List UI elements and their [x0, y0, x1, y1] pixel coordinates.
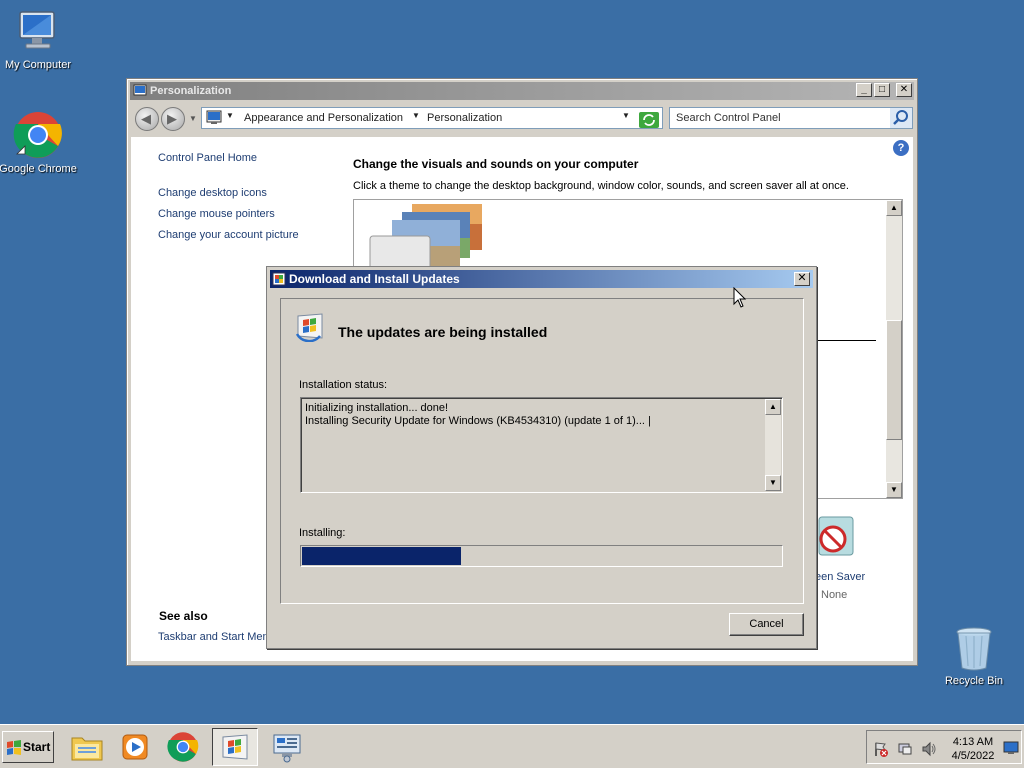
- screen-saver-icon[interactable]: [815, 515, 857, 561]
- main-heading: Change the visuals and sounds on your co…: [353, 157, 639, 171]
- window-title: Personalization: [150, 85, 232, 97]
- breadcrumb-separator-icon[interactable]: ▼: [226, 111, 234, 120]
- my-computer-icon: [19, 11, 55, 49]
- breadcrumb-appearance[interactable]: Appearance and Personalization: [244, 112, 403, 124]
- log-line: Installing Security Update for Windows (…: [305, 415, 651, 427]
- refresh-icon[interactable]: [638, 111, 660, 129]
- scroll-up-icon[interactable]: ▲: [886, 200, 902, 216]
- desktop-icon-recycle-bin[interactable]: Recycle Bin: [932, 624, 1016, 687]
- search-button[interactable]: [890, 108, 912, 128]
- log-line: Initializing installation... done!: [305, 402, 449, 414]
- dialog-close-button[interactable]: ✕: [794, 272, 810, 286]
- change-mouse-pointers-link[interactable]: Change mouse pointers: [158, 208, 275, 220]
- theme-thumbnail-icon[interactable]: [368, 202, 492, 272]
- windows-logo-icon: [7, 740, 21, 755]
- forward-button[interactable]: ▶: [161, 107, 185, 131]
- taskbar-network-monitor[interactable]: [264, 728, 310, 766]
- taskbar: Start 4:13 AM 4/5/2022: [0, 724, 1024, 768]
- explorer-icon: [71, 737, 103, 761]
- screen-saver-label[interactable]: een Saver: [815, 571, 865, 583]
- themes-scrollbar[interactable]: ▲ ▼: [886, 200, 902, 498]
- scroll-thumb[interactable]: [886, 320, 902, 440]
- taskbar-explorer[interactable]: [64, 728, 110, 766]
- change-account-picture-link[interactable]: Change your account picture: [158, 229, 299, 241]
- windows-update-icon: [222, 734, 248, 760]
- taskbar-media-player[interactable]: [112, 728, 158, 766]
- cancel-button[interactable]: Cancel: [729, 613, 804, 636]
- progress-fill: [302, 547, 461, 565]
- show-desktop-icon[interactable]: [1003, 741, 1019, 755]
- address-bar[interactable]: ▼ Appearance and Personalization ▼ Perso…: [201, 107, 663, 129]
- install-updates-dialog: Download and Install Updates ✕ The updat…: [266, 266, 817, 649]
- scroll-down-icon[interactable]: ▼: [886, 482, 902, 498]
- address-dropdown-icon[interactable]: ▼: [622, 111, 630, 120]
- change-desktop-icons-link[interactable]: Change desktop icons: [158, 187, 267, 199]
- desktop-icon-label: Google Chrome: [0, 163, 77, 175]
- mouse-cursor-icon: [733, 287, 747, 308]
- taskbar-windows-update[interactable]: [212, 728, 258, 766]
- action-center-flag-icon[interactable]: [873, 741, 889, 757]
- installing-label: Installing:: [299, 527, 346, 539]
- recent-pages-icon[interactable]: ▼: [189, 114, 197, 123]
- media-player-icon: [122, 734, 148, 760]
- volume-icon[interactable]: [921, 741, 937, 757]
- control-panel-icon: [206, 110, 222, 124]
- dialog-title: Download and Install Updates: [289, 272, 460, 286]
- breadcrumb-personalization[interactable]: Personalization: [427, 112, 502, 124]
- main-description: Click a theme to change the desktop back…: [353, 180, 849, 192]
- clock-date: 4/5/2022: [951, 750, 995, 762]
- control-panel-icon: [133, 84, 147, 96]
- dialog-panel: The updates are being installed Installa…: [280, 298, 804, 604]
- recycle-bin-icon: [956, 627, 992, 671]
- system-tray: 4:13 AM 4/5/2022: [866, 730, 1022, 764]
- start-button[interactable]: Start: [2, 731, 54, 763]
- navigation-bar: ◀ ▶ ▼ ▼ Appearance and Personalization ▼…: [131, 104, 913, 132]
- installation-log[interactable]: Initializing installation... done! Insta…: [300, 397, 783, 493]
- clock-time: 4:13 AM: [952, 736, 994, 748]
- help-icon[interactable]: ?: [893, 140, 909, 156]
- search-box[interactable]: [669, 107, 913, 129]
- chrome-icon: [167, 732, 199, 762]
- see-also-heading: See also: [159, 609, 208, 623]
- taskbar-chrome[interactable]: [160, 728, 206, 766]
- dialog-heading: The updates are being installed: [338, 324, 548, 340]
- desktop-icon-my-computer[interactable]: My Computer: [0, 8, 80, 71]
- search-input[interactable]: [670, 108, 880, 128]
- breadcrumb-separator-icon[interactable]: ▼: [412, 111, 420, 120]
- log-scrollbar[interactable]: ▲ ▼: [765, 399, 781, 491]
- network-monitor-icon: [273, 734, 301, 763]
- maximize-button[interactable]: □: [874, 83, 890, 97]
- scroll-down-icon[interactable]: ▼: [765, 475, 781, 491]
- chrome-icon: [13, 112, 62, 158]
- installation-status-label: Installation status:: [299, 379, 388, 391]
- taskbar-start-menu-link[interactable]: Taskbar and Start Men: [158, 631, 269, 643]
- window-titlebar[interactable]: Personalization _ □ ✕: [130, 82, 914, 100]
- clock[interactable]: 4:13 AM 4/5/2022: [947, 735, 999, 763]
- desktop-icon-label: Recycle Bin: [944, 675, 1004, 687]
- close-button[interactable]: ✕: [896, 83, 912, 97]
- search-icon: [893, 110, 908, 125]
- back-button[interactable]: ◀: [135, 107, 159, 131]
- dialog-titlebar[interactable]: Download and Install Updates ✕: [270, 270, 813, 288]
- windows-update-icon: [272, 272, 286, 286]
- install-progress-bar: [300, 545, 783, 567]
- scroll-up-icon[interactable]: ▲: [765, 399, 781, 415]
- desktop-icon-label: My Computer: [4, 59, 72, 71]
- network-icon[interactable]: [897, 741, 913, 757]
- windows-update-icon: [295, 313, 323, 342]
- start-label: Start: [23, 740, 51, 754]
- control-panel-home-link[interactable]: Control Panel Home: [158, 152, 257, 164]
- screen-saver-value: None: [821, 589, 848, 601]
- desktop-icon-google-chrome[interactable]: Google Chrome: [0, 110, 80, 175]
- minimize-button[interactable]: _: [856, 83, 872, 97]
